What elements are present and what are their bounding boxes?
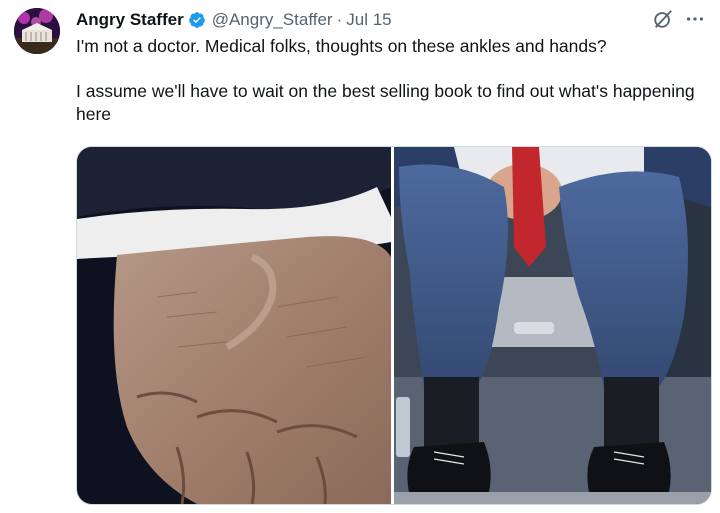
media-image-legs[interactable] xyxy=(394,147,711,504)
avatar[interactable] xyxy=(14,8,60,54)
grok-icon[interactable] xyxy=(652,8,674,30)
tweet-header: Angry Staffer @Angry_Staffer · Jul 15 xyxy=(76,8,708,32)
tweet-text: I'm not a doctor. Medical folks, thought… xyxy=(76,35,696,126)
media-image-hand[interactable] xyxy=(77,147,391,504)
header-actions xyxy=(652,8,708,30)
tweet-date[interactable]: Jul 15 xyxy=(346,10,391,30)
separator-dot: · xyxy=(336,10,343,29)
avatar-image xyxy=(14,8,60,54)
author-name[interactable]: Angry Staffer xyxy=(76,10,184,30)
tweet-media[interactable] xyxy=(76,146,712,505)
verified-badge-icon xyxy=(188,11,206,29)
tweet-text-line-2: I assume we'll have to wait on the best … xyxy=(76,81,695,124)
author-handle[interactable]: @Angry_Staffer xyxy=(212,10,333,30)
tweet-text-line-1: I'm not a doctor. Medical folks, thought… xyxy=(76,36,607,56)
more-icon[interactable] xyxy=(684,8,708,30)
